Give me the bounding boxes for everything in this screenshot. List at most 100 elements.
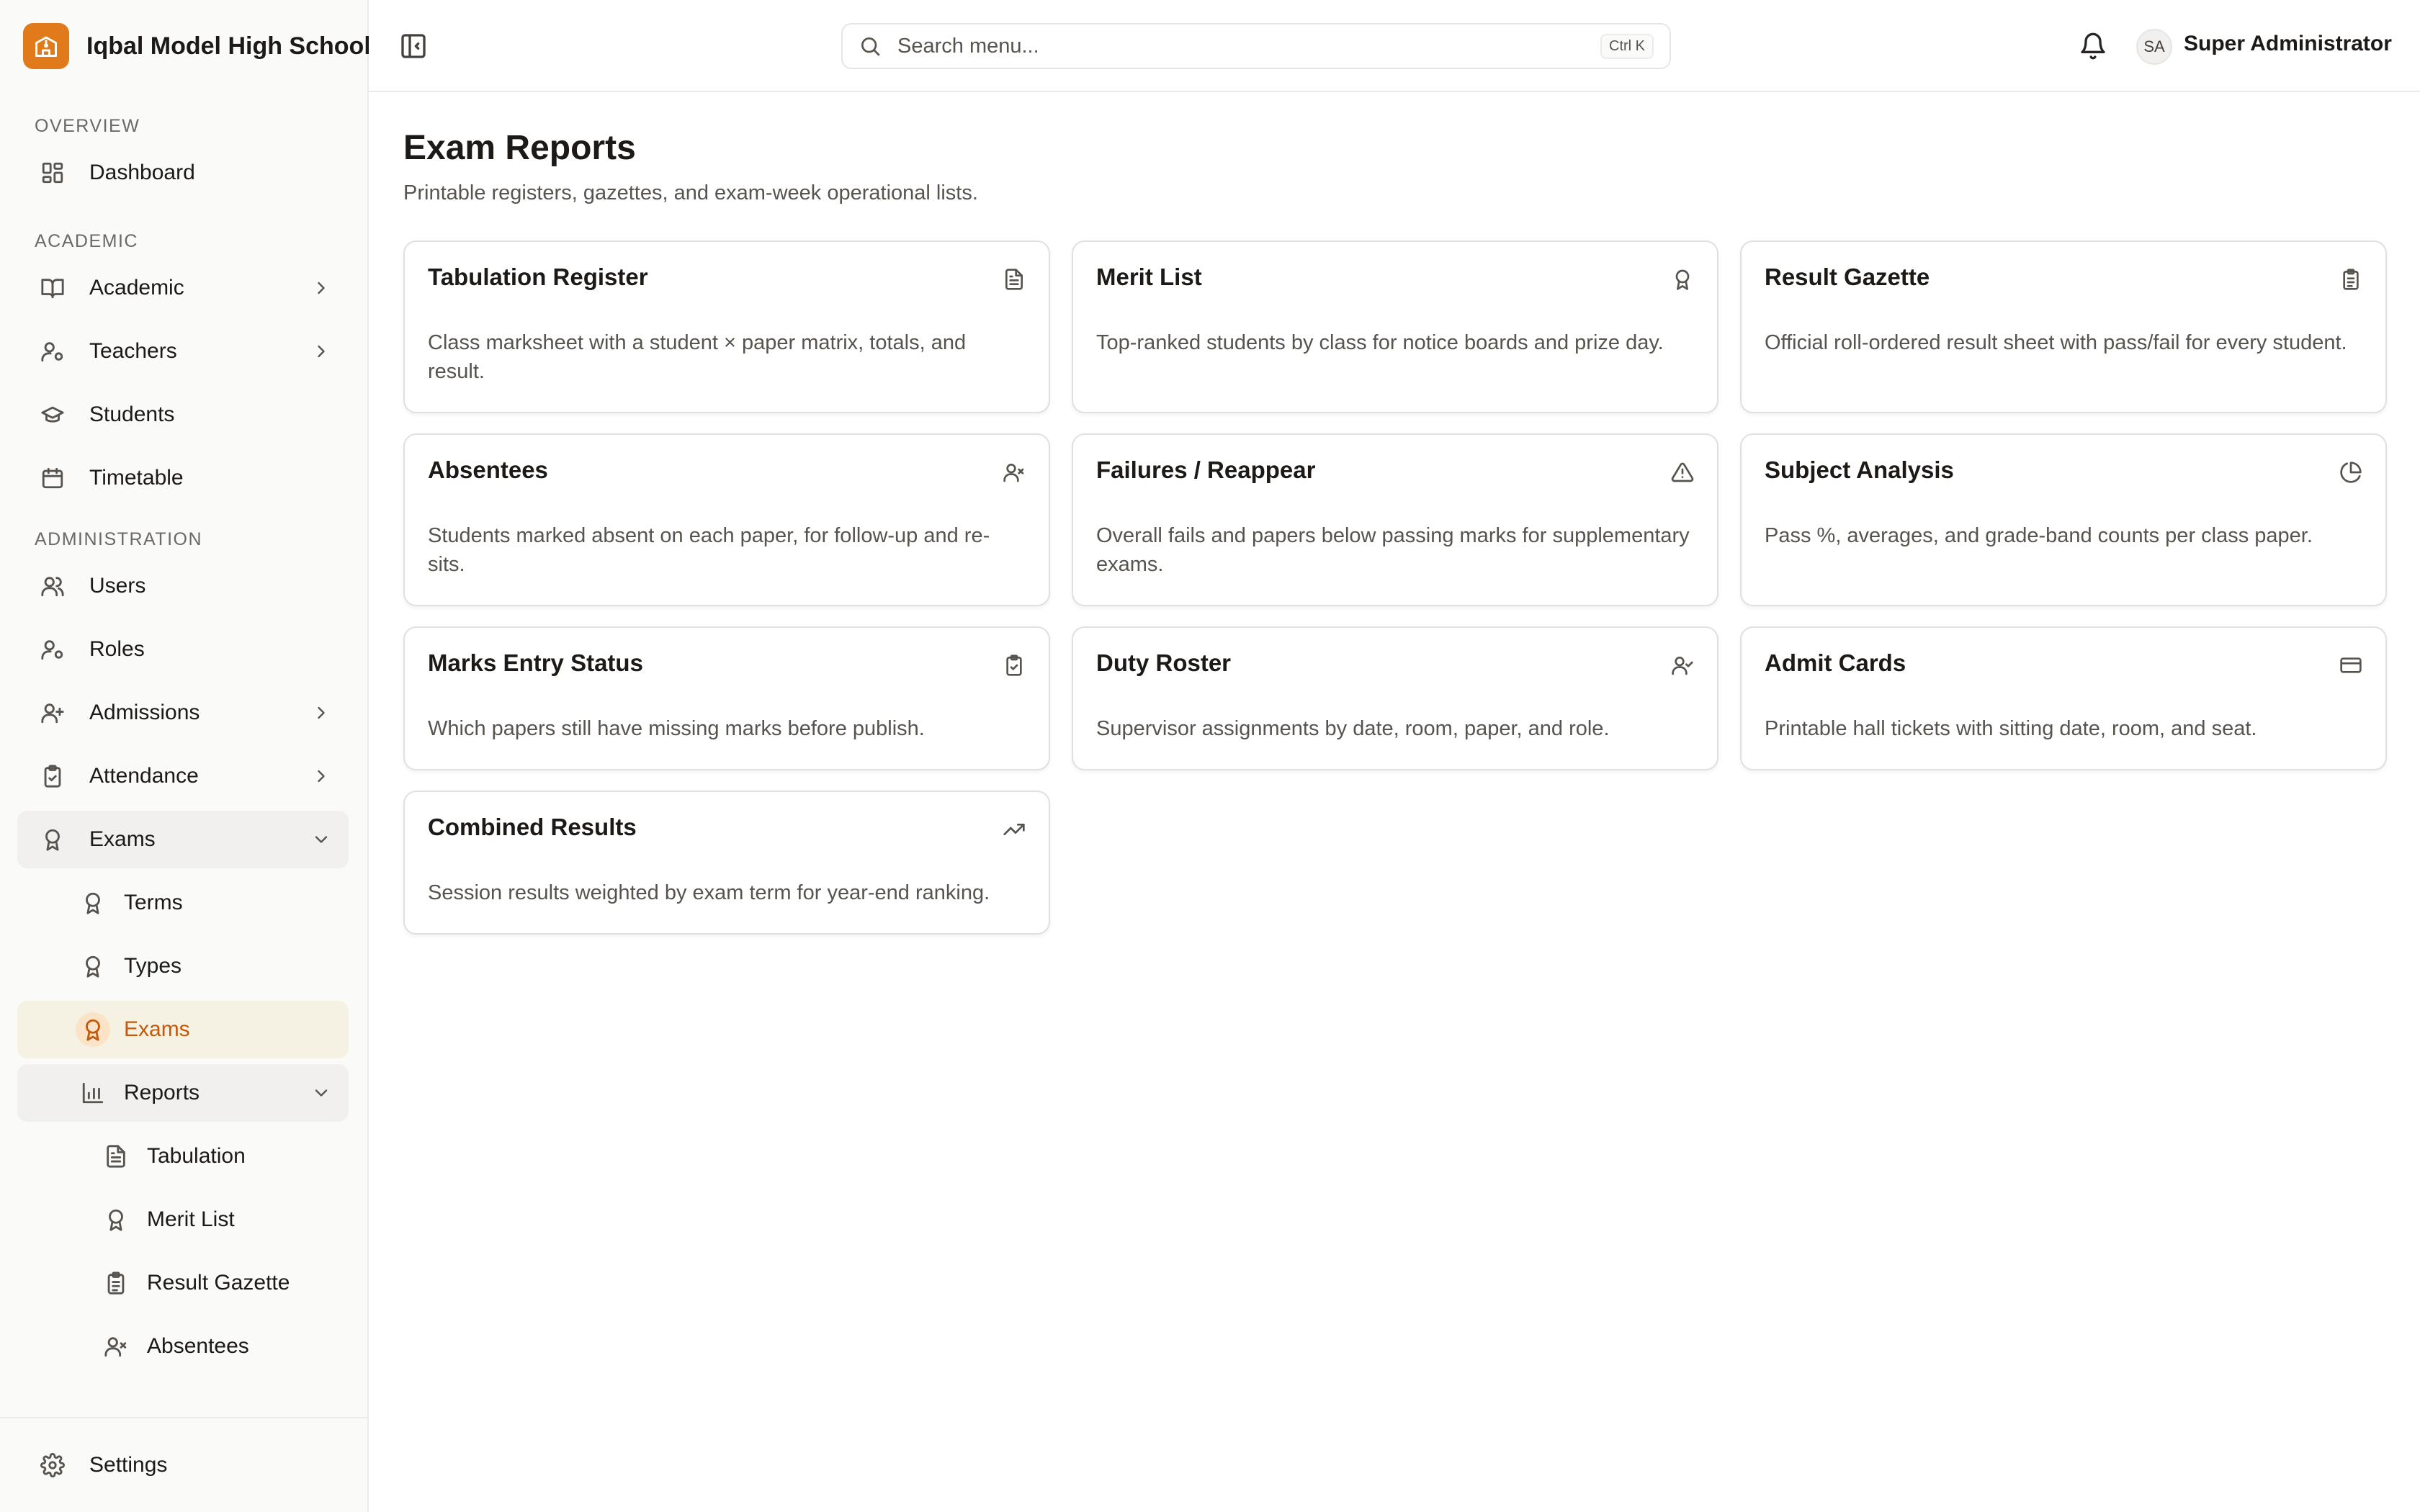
card-description: Top-ranked students by class for notice …	[1096, 331, 1664, 354]
sidebar-item-exams[interactable]: Exams	[17, 811, 349, 868]
credit-card-icon	[2339, 654, 2362, 677]
report-card-absentees[interactable]: Absentees Students marked absent on each…	[403, 433, 1050, 606]
chevron-right-icon	[311, 703, 331, 723]
sidebar-item-exams-list[interactable]: Exams	[17, 1001, 349, 1058]
file-text-icon	[1003, 268, 1026, 291]
page-title: Exam Reports	[403, 129, 636, 167]
sidebar-item-terms[interactable]: Terms	[17, 874, 349, 932]
calendar-icon	[40, 466, 65, 490]
user-name[interactable]: Super Administrator	[2184, 32, 2392, 56]
trending-up-icon	[1003, 818, 1026, 841]
card-title: Combined Results	[428, 814, 637, 840]
brand[interactable]: Iqbal Model High School	[23, 23, 371, 69]
sidebar: Iqbal Model High School OVERVIEW Dashboa…	[0, 0, 371, 1512]
sidebar-item-types[interactable]: Types	[17, 937, 349, 995]
sidebar-toggle-icon[interactable]	[399, 32, 428, 60]
sidebar-item-timetable[interactable]: Timetable	[17, 449, 349, 507]
page-subtitle: Printable registers, gazettes, and exam-…	[403, 181, 978, 204]
card-description: Overall fails and papers below passing m…	[1096, 524, 1690, 576]
award-icon	[1671, 268, 1694, 291]
sidebar-item-result-gazette[interactable]: Result Gazette	[17, 1254, 349, 1312]
section-label-overview: OVERVIEW	[35, 115, 140, 136]
sidebar-item-settings[interactable]: Settings	[17, 1436, 349, 1494]
file-text-icon	[104, 1144, 128, 1169]
sidebar-item-label: Dashboard	[89, 161, 195, 184]
card-title: Result Gazette	[1765, 264, 1930, 290]
report-card-failures-reappear[interactable]: Failures / Reappear Overall fails and pa…	[1072, 433, 1718, 606]
sidebar-item-label: Students	[89, 402, 175, 426]
report-card-subject-analysis[interactable]: Subject Analysis Pass %, averages, and g…	[1740, 433, 2387, 606]
card-description: Session results weighted by exam term fo…	[428, 881, 990, 904]
gear-icon	[40, 1453, 65, 1477]
section-label-administration: ADMINISTRATION	[35, 528, 203, 549]
sidebar-item-label: Settings	[89, 1453, 168, 1477]
clipboard-list-icon	[104, 1271, 128, 1295]
card-description: Students marked absent on each paper, fo…	[428, 524, 990, 576]
sidebar-item-merit-list[interactable]: Merit List	[17, 1191, 349, 1248]
user-x-icon	[104, 1334, 128, 1359]
card-description: Pass %, averages, and grade-band counts …	[1765, 524, 2313, 547]
top-bar: Ctrl K SA Super Administrator	[369, 0, 2420, 92]
sidebar-item-reports[interactable]: Reports	[17, 1064, 349, 1122]
chevron-right-icon	[311, 766, 331, 786]
award-icon	[104, 1207, 128, 1232]
bell-icon[interactable]	[2079, 32, 2107, 60]
sidebar-item-tabulation[interactable]: Tabulation	[17, 1128, 349, 1185]
card-description: Printable hall tickets with sitting date…	[1765, 717, 2257, 740]
sidebar-item-roles[interactable]: Roles	[17, 621, 349, 678]
sidebar-item-academic[interactable]: Academic	[17, 259, 349, 317]
card-title: Absentees	[428, 456, 548, 483]
sidebar-item-attendance[interactable]: Attendance	[17, 747, 349, 805]
card-description: Which papers still have missing marks be…	[428, 717, 925, 740]
section-label-academic: ACADEMIC	[35, 230, 138, 251]
avatar[interactable]: SA	[2136, 29, 2172, 65]
chevron-right-icon	[311, 341, 331, 361]
school-icon	[33, 33, 59, 59]
award-icon	[81, 954, 105, 978]
sidebar-item-label: Absentees	[147, 1334, 249, 1358]
card-title: Failures / Reappear	[1096, 456, 1316, 483]
card-title: Merit List	[1096, 264, 1202, 290]
sidebar-nav: OVERVIEW Dashboard ACADEMIC Academic Tea…	[17, 108, 349, 1381]
search-input[interactable]	[897, 34, 1600, 58]
sidebar-item-absentees[interactable]: Absentees	[17, 1318, 349, 1375]
sidebar-item-label: Users	[89, 574, 146, 598]
active-icon-badge	[76, 1012, 110, 1047]
sidebar-item-label: Academic	[89, 276, 184, 300]
roles-icon	[40, 637, 65, 662]
card-description: Supervisor assignments by date, room, pa…	[1096, 717, 1610, 740]
sidebar-item-label: Timetable	[89, 466, 184, 490]
report-card-merit-list[interactable]: Merit List Top-ranked students by class …	[1072, 240, 1718, 413]
warning-triangle-icon	[1671, 461, 1694, 484]
sidebar-item-teachers[interactable]: Teachers	[17, 323, 349, 380]
report-card-duty-roster[interactable]: Duty Roster Supervisor assignments by da…	[1072, 626, 1718, 770]
sidebar-item-label: Attendance	[89, 764, 199, 788]
sidebar-item-label: Reports	[124, 1081, 200, 1104]
chevron-right-icon	[311, 278, 331, 298]
report-card-admit-cards[interactable]: Admit Cards Printable hall tickets with …	[1740, 626, 2387, 770]
search-shortcut-badge: Ctrl K	[1600, 33, 1654, 59]
report-card-tabulation-register[interactable]: Tabulation Register Class marksheet with…	[403, 240, 1050, 413]
search-icon	[859, 35, 882, 58]
sidebar-item-users[interactable]: Users	[17, 557, 349, 615]
dashboard-icon	[40, 161, 65, 185]
sidebar-item-dashboard[interactable]: Dashboard	[17, 144, 349, 202]
clipboard-check-icon	[1003, 654, 1026, 677]
pie-chart-icon	[2339, 461, 2362, 484]
report-card-combined-results[interactable]: Combined Results Session results weighte…	[403, 791, 1050, 935]
card-title: Admit Cards	[1765, 649, 1906, 676]
report-card-result-gazette[interactable]: Result Gazette Official roll-ordered res…	[1740, 240, 2387, 413]
report-card-marks-entry-status[interactable]: Marks Entry Status Which papers still ha…	[403, 626, 1050, 770]
sidebar-item-admissions[interactable]: Admissions	[17, 684, 349, 742]
search-bar[interactable]: Ctrl K	[841, 23, 1671, 69]
sidebar-item-label: Admissions	[89, 701, 200, 724]
bar-chart-icon	[81, 1081, 105, 1105]
clipboard-check-icon	[40, 764, 65, 788]
user-x-icon	[1003, 461, 1026, 484]
sidebar-footer: Settings	[0, 1417, 369, 1512]
sidebar-item-label: Roles	[89, 637, 145, 661]
clipboard-list-icon	[2339, 268, 2362, 291]
sidebar-item-students[interactable]: Students	[17, 386, 349, 444]
card-description: Class marksheet with a student × paper m…	[428, 331, 967, 383]
card-title: Tabulation Register	[428, 264, 648, 290]
